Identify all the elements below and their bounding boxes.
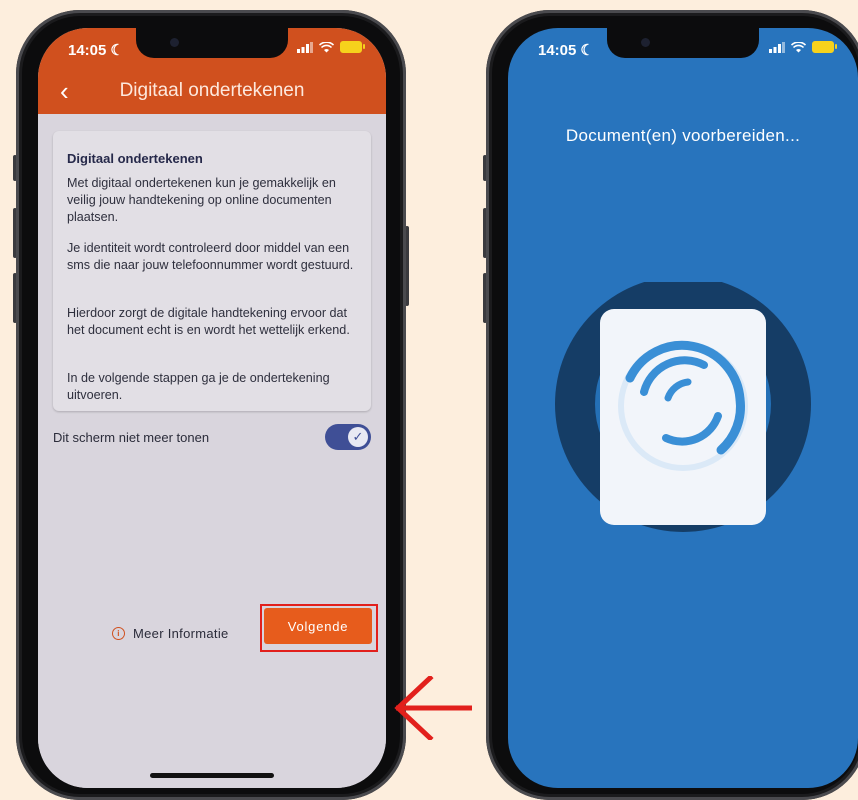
dont-show-again-row: Dit scherm niet meer tonen ✓ (53, 423, 371, 451)
more-info-link[interactable]: i Meer Informatie (112, 626, 229, 641)
status-time: 14:05 ☾ (68, 41, 124, 60)
card-paragraph: Hierdoor zorgt de digitale handtekening … (67, 306, 350, 337)
moon-icon: ☾ (580, 42, 594, 59)
moon-icon: ☾ (110, 42, 124, 59)
battery-icon (812, 41, 837, 53)
card-paragraph: Met digitaal ondertekenen kun je gemakke… (67, 176, 336, 224)
card-heading: Digitaal ondertekenen (67, 151, 203, 166)
loading-illustration (555, 282, 811, 532)
signal-icon (769, 41, 785, 53)
notch (136, 28, 288, 58)
check-icon: ✓ (348, 427, 368, 447)
notch (607, 28, 759, 58)
right-phone: 14:05 ☾ Document(en) voorbereiden... (486, 10, 858, 800)
dont-show-again-label: Dit scherm niet meer tonen (53, 430, 210, 445)
content-area: Digitaal ondertekenen Met digitaal onder… (38, 114, 386, 788)
wifi-icon (319, 41, 334, 52)
info-card: Digitaal ondertekenen Met digitaal onder… (53, 131, 371, 411)
dont-show-again-toggle[interactable]: ✓ (325, 424, 371, 450)
status-icons (297, 41, 365, 53)
preparing-message: Document(en) voorbereiden... (565, 126, 801, 145)
home-indicator[interactable] (150, 773, 274, 778)
left-screen: ‹ Digitaal ondertekenen 14:05 ☾ Digitaal … (38, 28, 386, 788)
battery-icon (340, 41, 365, 53)
wifi-icon (791, 41, 806, 52)
card-paragraph: Je identiteit wordt controleerd door mid… (67, 241, 354, 272)
info-icon: i (112, 627, 125, 640)
next-button[interactable]: Volgende (264, 608, 372, 644)
left-phone: ‹ Digitaal ondertekenen 14:05 ☾ Digitaal … (16, 10, 406, 800)
page-title: Digitaal ondertekenen (119, 80, 305, 101)
right-screen: 14:05 ☾ Document(en) voorbereiden... (508, 28, 858, 788)
status-icons (769, 41, 837, 53)
signal-icon (297, 41, 313, 53)
arrow-left-icon (394, 676, 472, 740)
card-paragraph: In de volgende stappen ga je de ondertek… (67, 371, 330, 402)
status-time: 14:05 ☾ (538, 41, 594, 60)
more-info-label: Meer Informatie (133, 626, 229, 641)
